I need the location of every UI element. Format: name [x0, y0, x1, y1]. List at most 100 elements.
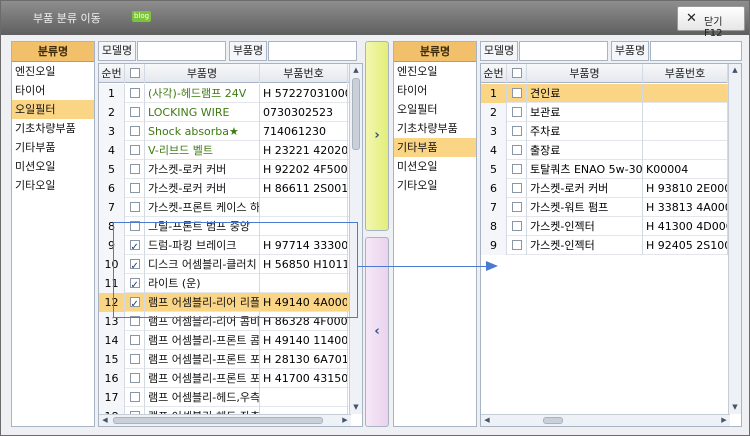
row-checkbox[interactable] [129, 373, 140, 383]
right-category-item[interactable]: 오일필터 [394, 100, 476, 119]
col-check[interactable] [507, 64, 527, 83]
scroll-down-icon[interactable]: ▼ [729, 401, 741, 414]
col-no: 순번 [481, 64, 507, 83]
right-category-list: 분류명 엔진오일 타이어 오일필터 기초차량부품 기타부품 미션오일 기타오일 [393, 41, 477, 427]
row-checkbox[interactable] [129, 126, 140, 136]
move-right-button[interactable]: › [365, 41, 389, 231]
right-category-item[interactable]: 기타부품 [394, 138, 476, 157]
row-part-name: V-리브드 벨트 [145, 141, 260, 160]
table-row[interactable]: 1 견인료 [481, 84, 729, 103]
row-part-name: 가스켓-프론트 케이스 하부 [145, 198, 260, 217]
right-category-item[interactable]: 타이어 [394, 81, 476, 100]
right-category-item[interactable]: 미션오일 [394, 157, 476, 176]
row-part-name: 램프 어셈블리-프론트 포그 [145, 350, 260, 369]
row-checkbox[interactable] [511, 164, 522, 174]
row-part-name: 주차료 [527, 122, 643, 141]
row-number: 1 [99, 84, 125, 103]
row-checkbox[interactable] [129, 88, 140, 98]
row-checkbox[interactable] [511, 240, 522, 250]
row-checkbox[interactable] [511, 145, 522, 155]
table-row[interactable]: 1 (사각)-헤드램프 24V H 57227031000 [99, 84, 349, 103]
table-row[interactable]: 6 가스켓-로커 커버 H 86611 2S001 [99, 179, 349, 198]
table-row[interactable]: 15 램프 어셈블리-프론트 포그 H 28130 6A701 [99, 350, 349, 369]
scroll-up-icon[interactable]: ▲ [729, 64, 741, 77]
row-checkbox[interactable] [129, 392, 140, 402]
scroll-left-icon[interactable]: ◀ [481, 415, 493, 426]
row-checkbox[interactable] [511, 221, 522, 231]
scroll-thumb[interactable] [352, 78, 360, 150]
row-checkbox[interactable] [129, 164, 140, 174]
left-category-item[interactable]: 기초차량부품 [12, 119, 94, 138]
scroll-down-icon[interactable]: ▼ [350, 401, 362, 414]
row-check-cell [125, 122, 145, 141]
col-check[interactable] [125, 64, 145, 83]
right-category-item[interactable]: 기초차량부품 [394, 119, 476, 138]
row-checkbox[interactable] [129, 183, 140, 193]
scroll-right-icon[interactable]: ▶ [718, 415, 730, 426]
row-checkbox[interactable] [511, 183, 522, 193]
close-button[interactable]: ✕ 닫기 F12 [677, 6, 745, 39]
table-row[interactable]: 4 V-리브드 벨트 H 23221 42020 [99, 141, 349, 160]
table-row[interactable]: 9 가스켓-인젝터 H 92405 2S100 [481, 236, 729, 255]
table-row[interactable]: 2 LOCKING WIRE 0730302523 [99, 103, 349, 122]
row-part-code: H 41700 43150 [260, 369, 348, 388]
table-row[interactable]: 7 가스켓-프론트 케이스 하부 [99, 198, 349, 217]
right-vertical-scrollbar[interactable]: ▲ ▼ [728, 64, 741, 414]
row-number: 6 [99, 179, 125, 198]
col-part-code: 부품번호 [260, 64, 348, 83]
table-row[interactable]: 5 가스켓-로커 커버 H 92202 4F500 [99, 160, 349, 179]
row-checkbox[interactable] [129, 202, 140, 212]
row-part-code [643, 122, 728, 141]
select-all-checkbox[interactable] [129, 68, 140, 78]
right-part-label: 부품명 [611, 41, 649, 61]
row-checkbox[interactable] [511, 107, 522, 117]
left-category-item[interactable]: 미션오일 [12, 157, 94, 176]
row-checkbox[interactable] [129, 354, 140, 364]
hscroll-thumb[interactable] [543, 417, 563, 424]
row-part-name: 가스켓-워트 펌프 [527, 198, 643, 217]
table-row[interactable]: 17 램프 어셈블리-헤드,우측 [99, 388, 349, 407]
scroll-up-icon[interactable]: ▲ [350, 64, 362, 77]
scroll-left-icon[interactable]: ◀ [99, 415, 111, 426]
left-horizontal-scrollbar[interactable]: ◀ ▶ [99, 414, 351, 426]
table-row[interactable]: 3 주차료 [481, 122, 729, 141]
row-part-code [260, 198, 348, 217]
table-row[interactable]: 16 램프 어셈블리-프론트 포그 H 41700 43150 [99, 369, 349, 388]
row-checkbox[interactable] [129, 145, 140, 155]
row-part-name: 가스켓-인젝터 [527, 217, 643, 236]
right-part-input[interactable] [650, 41, 742, 61]
hscroll-thumb[interactable] [113, 417, 323, 424]
table-row[interactable]: 14 램프 어셈블리-프론트 콤비 H 49140 11400 [99, 331, 349, 350]
left-part-input[interactable] [268, 41, 357, 61]
table-row[interactable]: 8 가스켓-인젝터 H 41300 4D000 [481, 217, 729, 236]
right-model-input[interactable] [519, 41, 608, 61]
row-check-cell [507, 103, 527, 122]
right-horizontal-scrollbar[interactable]: ◀ ▶ [481, 414, 730, 426]
table-row[interactable]: 3 Shock absorba★ 714061230 [99, 122, 349, 141]
table-row[interactable]: 6 가스켓-로커 커버 H 93810 2E000 [481, 179, 729, 198]
left-category-item[interactable]: 타이어 [12, 81, 94, 100]
row-check-cell [125, 160, 145, 179]
table-row[interactable]: 4 출장료 [481, 141, 729, 160]
row-checkbox[interactable] [511, 126, 522, 136]
left-category-item[interactable]: 엔진오일 [12, 62, 94, 81]
right-category-item[interactable]: 기타오일 [394, 176, 476, 195]
right-category-item[interactable]: 엔진오일 [394, 62, 476, 81]
row-part-name: 가스켓-로커 커버 [145, 160, 260, 179]
row-checkbox[interactable] [511, 88, 522, 98]
left-model-input[interactable] [137, 41, 226, 61]
table-row[interactable]: 2 보관료 [481, 103, 729, 122]
row-checkbox[interactable] [511, 202, 522, 212]
table-row[interactable]: 5 토탈쿼츠 ENAO 5w-30 K00004 [481, 160, 729, 179]
row-check-cell [507, 198, 527, 217]
row-checkbox[interactable] [129, 107, 140, 117]
row-number: 3 [481, 122, 507, 141]
select-all-checkbox[interactable] [511, 68, 522, 78]
blog-badge: blog [132, 11, 151, 22]
left-category-item[interactable]: 기타부품 [12, 138, 94, 157]
table-row[interactable]: 7 가스켓-워트 펌프 H 33813 4A000 [481, 198, 729, 217]
row-checkbox[interactable] [129, 335, 140, 345]
left-category-item[interactable]: 기타오일 [12, 176, 94, 195]
left-category-item[interactable]: 오일필터 [12, 100, 94, 119]
scroll-right-icon[interactable]: ▶ [339, 415, 351, 426]
